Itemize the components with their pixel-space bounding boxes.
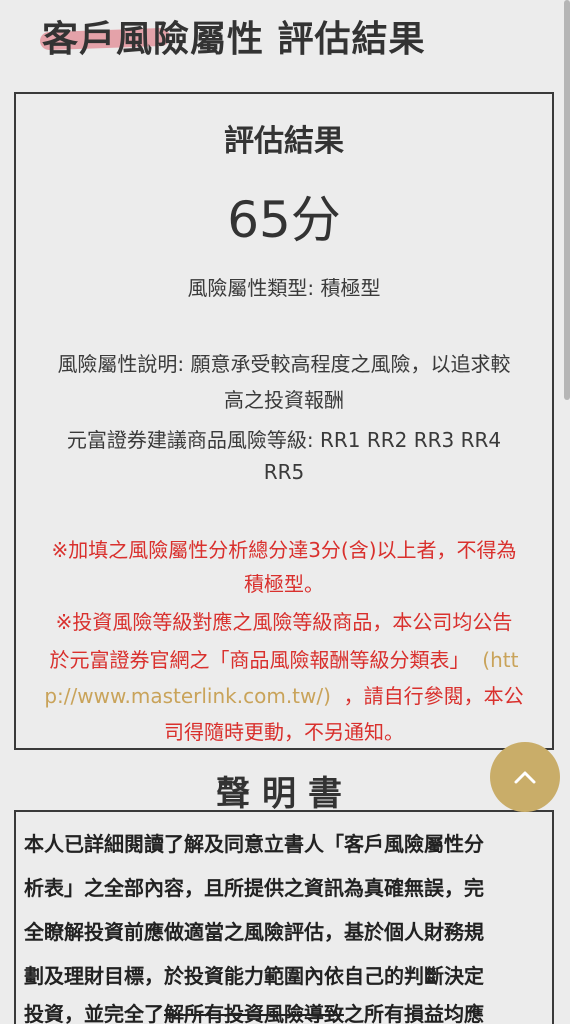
page: 客戶風險屬性 評估結果 評估結果 65分 風險屬性類型: 積極型 風險屬性說明:…: [0, 0, 570, 1024]
scroll-to-top-button[interactable]: [490, 742, 560, 812]
risk-description-line-1: 風險屬性說明: 願意承受較高程度之風險，以追求較: [57, 352, 511, 376]
declaration-line-3: 全瞭解投資前應做適當之風險評估，基於個人財務規: [24, 920, 484, 944]
result-heading: 評估結果: [224, 124, 344, 159]
declaration-line-1: 本人已詳細閱讀了解及同意立書人「客戶風險屬性分: [24, 832, 484, 856]
risk-description-line-2: 高之投資報酬: [224, 388, 344, 412]
declaration-title: 聲明書: [216, 774, 354, 814]
declaration-line-5: 投資，並完全了解所有投資風險導致之所有損益均應: [24, 998, 484, 1024]
warning-note-1-line-1: ※加填之風險屬性分析總分達3分(含)以上者，不得為: [51, 538, 517, 562]
declaration-line-5-part-b: 解所有投資風險導致: [164, 1002, 344, 1024]
score-value: 65分: [227, 191, 341, 249]
declaration-line-5-part-a: 投資，並完全了: [24, 1002, 164, 1024]
page-scrollbar[interactable]: [564, 0, 570, 400]
warning-note-2-line-3: p://www.masterlink.com.tw/) ，請自行參閱，本公: [16, 680, 552, 709]
declaration-line-4: 劃及理財目標，於投資能力範圍內依自己的判斷決定: [24, 964, 484, 988]
result-box: 評估結果 65分 風險屬性類型: 積極型 風險屬性說明: 願意承受較高程度之風險…: [14, 92, 554, 750]
website-link-start[interactable]: (htt: [482, 648, 518, 672]
risk-type-text: 風險屬性類型: 積極型: [187, 276, 381, 300]
note-2-text-segment-2: ，請自行參閱，本公: [343, 684, 524, 708]
page-title: 客戶風險屬性 評估結果: [42, 19, 426, 60]
website-link[interactable]: p://www.masterlink.com.tw/): [44, 684, 331, 708]
chevron-up-icon: [512, 769, 538, 785]
warning-note-2-line-4: 司得隨時更動，不另通知。: [164, 720, 404, 744]
recommended-level-line-1: 元富證券建議商品風險等級: RR1 RR2 RR3 RR4: [66, 428, 502, 452]
declaration-box: 本人已詳細閱讀了解及同意立書人「客戶風險屬性分 析表」之全部內容，且所提供之資訊…: [14, 810, 554, 1024]
warning-note-2-line-1: ※投資風險等級對應之風險等級商品，本公司均公告: [55, 610, 513, 634]
recommended-level-line-2: RR5: [263, 460, 305, 484]
declaration-line-2: 析表」之全部內容，且所提供之資訊為真確無誤，完: [24, 876, 484, 900]
declaration-line-5-part-c: 之所有損益均應: [344, 1002, 484, 1024]
warning-note-1-line-2: 積極型。: [244, 572, 324, 596]
warning-note-2-line-2: 於元富證券官網之「商品風險報酬等級分類表」 (htt: [16, 644, 552, 673]
note-2-text-segment: 於元富證券官網之「商品風險報酬等級分類表」: [49, 648, 470, 672]
